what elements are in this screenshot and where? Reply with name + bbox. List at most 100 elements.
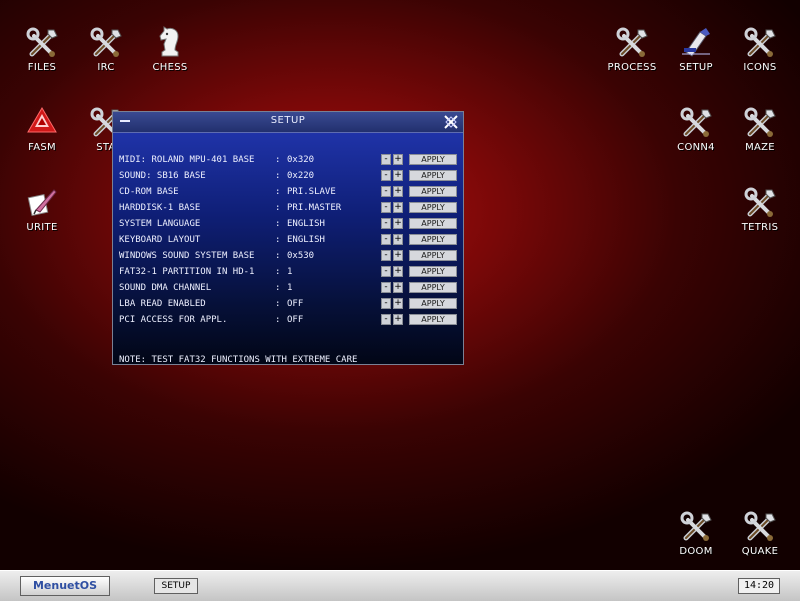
desktop-icon-doom[interactable]: DOOM (664, 508, 728, 557)
desktop-icon-label: PROCESS (607, 62, 657, 73)
setting-separator: : (275, 251, 281, 261)
tools-icon (24, 24, 60, 60)
desktop-icon-irc[interactable]: IRC (74, 24, 138, 73)
increment-button[interactable]: + (393, 314, 403, 325)
setting-value: 0x220 (287, 171, 315, 181)
tools-icon (678, 508, 714, 544)
apply-button[interactable]: APPLY (409, 314, 457, 325)
setting-separator: : (275, 155, 281, 165)
tools-icon (742, 104, 778, 140)
tools-icon (742, 508, 778, 544)
setting-label: CD-ROM BASE (119, 187, 179, 197)
setting-row: PCI ACCESS FOR APPL.: OFF - + APPLY (119, 313, 459, 327)
apply-button[interactable]: APPLY (409, 266, 457, 277)
apply-button[interactable]: APPLY (409, 202, 457, 213)
setup-window: SETUP MIDI: ROLAND MPU-401 BASE:0x320- + A… (112, 111, 464, 365)
window-titlebar[interactable]: SETUP (113, 112, 463, 133)
increment-button[interactable]: + (393, 266, 403, 277)
setting-row: LBA READ ENABLED: OFF - + APPLY (119, 297, 459, 311)
setting-row: SOUND: SB16 BASE:0x220 - + APPLY (119, 169, 459, 183)
chess-knight-icon (152, 24, 188, 60)
note-text: NOTE: TEST FAT32 FUNCTIONS WITH EXTREME … (119, 355, 358, 365)
setting-value: ENGLISH (287, 235, 325, 245)
setting-separator: : (275, 283, 281, 293)
increment-button[interactable]: + (393, 218, 403, 229)
setting-label: WINDOWS SOUND SYSTEM BASE (119, 251, 255, 261)
setting-row: SYSTEM LANGUAGE: ENGLISH - + APPLY (119, 217, 459, 231)
decrement-button[interactable]: - (381, 170, 391, 181)
increment-button[interactable]: + (393, 170, 403, 181)
setting-value: PRI.MASTER (287, 203, 342, 213)
setup-icon (678, 24, 714, 60)
setting-separator: : (275, 187, 281, 197)
fasm-icon (24, 104, 60, 140)
setting-separator: : (275, 171, 281, 181)
decrement-button[interactable]: - (381, 234, 391, 245)
increment-button[interactable]: + (393, 202, 403, 213)
decrement-button[interactable]: - (381, 154, 391, 165)
desktop-icon-setup[interactable]: SETUP (664, 24, 728, 73)
apply-button[interactable]: APPLY (409, 250, 457, 261)
desktop-icon-files[interactable]: FILES (10, 24, 74, 73)
increment-button[interactable]: + (393, 154, 403, 165)
desktop-icon-label: IRC (97, 62, 115, 73)
apply-button[interactable]: APPLY (409, 282, 457, 293)
decrement-button[interactable]: - (381, 282, 391, 293)
setting-label: LBA READ ENABLED (119, 299, 206, 309)
setting-value: OFF (287, 315, 304, 325)
desktop-icon-label: MAZE (745, 142, 775, 153)
decrement-button[interactable]: - (381, 314, 391, 325)
desktop-icon-chess[interactable]: CHESS (138, 24, 202, 73)
desktop-icon-label: TETRIS (741, 222, 779, 233)
decrement-button[interactable]: - (381, 186, 391, 197)
desktop-icon-label: CONN4 (677, 142, 715, 153)
desktop-icon-process[interactable]: PROCESS (600, 24, 664, 73)
increment-button[interactable]: + (393, 234, 403, 245)
decrement-button[interactable]: - (381, 298, 391, 309)
desktop-icon-icons[interactable]: ICONS (728, 24, 792, 73)
setting-value: OFF (287, 299, 304, 309)
setting-label: KEYBOARD LAYOUT (119, 235, 201, 245)
increment-button[interactable]: + (393, 186, 403, 197)
desktop-icon-quake[interactable]: QUAKE (728, 508, 792, 557)
task-button-setup[interactable]: SETUP (154, 578, 198, 594)
increment-button[interactable]: + (393, 250, 403, 261)
desktop-icon-write[interactable]: URITE (10, 184, 74, 233)
setting-separator: : (275, 299, 281, 309)
apply-button[interactable]: APPLY (409, 186, 457, 197)
setting-value: 1 (287, 283, 293, 293)
quill-icon (24, 184, 60, 220)
tools-icon (678, 104, 714, 140)
setting-label: SOUND: SB16 BASE (119, 171, 206, 181)
setting-separator: : (275, 203, 281, 213)
setting-separator: : (275, 219, 281, 229)
decrement-button[interactable]: - (381, 218, 391, 229)
setting-label: FAT32-1 PARTITION IN HD-1 (119, 267, 255, 277)
apply-button[interactable]: APPLY (409, 234, 457, 245)
taskbar: MenuetOS SETUP 14:20 (0, 570, 800, 601)
desktop-icon-label: ICONS (743, 62, 777, 73)
decrement-button[interactable]: - (381, 202, 391, 213)
desktop-icon-label: QUAKE (741, 546, 779, 557)
apply-button[interactable]: APPLY (409, 298, 457, 309)
close-icon[interactable] (443, 114, 459, 130)
apply-button[interactable]: APPLY (409, 218, 457, 229)
decrement-button[interactable]: - (381, 266, 391, 277)
increment-button[interactable]: + (393, 282, 403, 293)
increment-button[interactable]: + (393, 298, 403, 309)
setting-row: KEYBOARD LAYOUT: ENGLISH - + APPLY (119, 233, 459, 247)
setting-value: 0x530 (287, 251, 315, 261)
menuet-start-button[interactable]: MenuetOS (20, 576, 110, 596)
desktop-icon-maze[interactable]: MAZE (728, 104, 792, 153)
setting-label: SYSTEM LANGUAGE (119, 219, 201, 229)
decrement-button[interactable]: - (381, 250, 391, 261)
desktop-icon-tetris[interactable]: TETRIS (728, 184, 792, 233)
desktop-icon-fasm[interactable]: FASM (10, 104, 74, 153)
apply-button[interactable]: APPLY (409, 154, 457, 165)
desktop-icon-conn4[interactable]: CONN4 (664, 104, 728, 153)
setting-separator: : (275, 235, 281, 245)
tools-icon (742, 24, 778, 60)
setting-row: SOUND DMA CHANNEL:1 - + APPLY (119, 281, 459, 295)
apply-button[interactable]: APPLY (409, 170, 457, 181)
window-content: MIDI: ROLAND MPU-401 BASE:0x320- + APPLY SO… (113, 133, 463, 365)
